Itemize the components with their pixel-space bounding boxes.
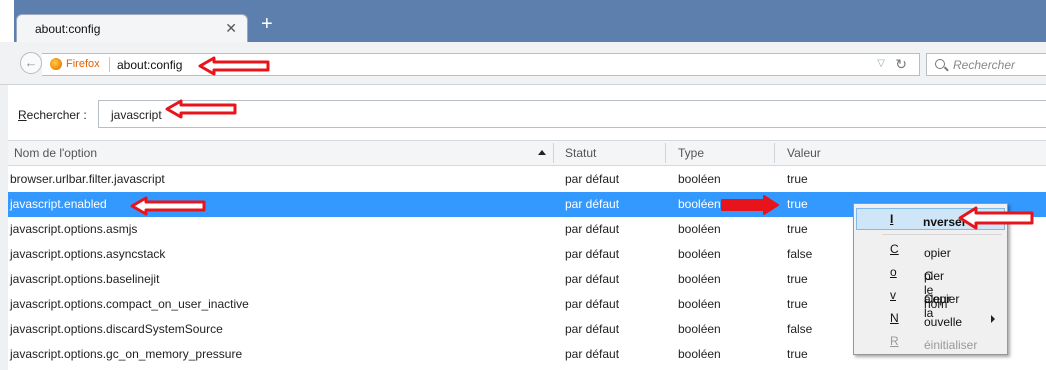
browser-window: about:config ✕ + Firefox about:config ▽ … xyxy=(0,0,1046,370)
cell-value: true xyxy=(787,272,808,286)
cell-type: booléen xyxy=(678,247,721,261)
cell-type: booléen xyxy=(678,272,721,286)
sort-ascending-icon xyxy=(538,150,546,155)
url-text[interactable]: about:config xyxy=(117,58,182,72)
filter-label: Rechercher : xyxy=(18,108,87,122)
annotation-arrow-value xyxy=(721,195,779,215)
column-name[interactable]: Nom de l'option xyxy=(14,146,97,160)
tab-about-config[interactable]: about:config ✕ xyxy=(16,14,248,42)
cell-name: javascript.enabled xyxy=(10,197,107,211)
cell-value: false xyxy=(787,322,813,336)
close-icon[interactable]: ✕ xyxy=(225,20,237,37)
filter-label-accesskey: R xyxy=(18,108,27,122)
cell-value: true xyxy=(787,172,808,186)
cell-name: javascript.options.discardSystemSource xyxy=(10,322,223,336)
tab-bar: about:config ✕ + xyxy=(0,0,1046,42)
cell-type: booléen xyxy=(678,297,721,311)
annotation-arrow-row xyxy=(130,196,206,216)
menu-item-copier-valeur[interactable]: Copier la v aleur xyxy=(856,284,1005,320)
cell-value: true xyxy=(787,347,808,361)
reload-icon[interactable]: ↻ xyxy=(895,56,907,73)
menu-accesskey: C xyxy=(890,242,899,256)
filter-label-text: echercher : xyxy=(26,108,87,122)
annotation-arrow-menu xyxy=(958,206,1034,230)
cell-value: false xyxy=(787,247,813,261)
cell-name: browser.urlbar.filter.javascript xyxy=(10,172,165,186)
annotation-arrow-url xyxy=(198,56,270,76)
menu-separator xyxy=(882,234,1002,235)
navigation-bar: Firefox about:config ▽ ↻ ← Rechercher xyxy=(0,42,1046,85)
column-divider[interactable] xyxy=(553,143,554,163)
column-divider[interactable] xyxy=(774,143,775,163)
search-input[interactable]: Rechercher xyxy=(926,53,1046,76)
submenu-arrow-icon xyxy=(991,315,995,323)
menu-item-copier-nom[interactable]: Co pier le nom xyxy=(856,261,1005,311)
menu-text: opier xyxy=(924,246,951,260)
cell-name: javascript.options.compact_on_user_inact… xyxy=(10,297,249,311)
menu-item-copier[interactable]: Copier xyxy=(856,238,1005,260)
cell-status: par défaut xyxy=(565,272,620,286)
url-bar[interactable]: Firefox about:config ▽ ↻ xyxy=(42,53,920,76)
annotation-arrow-filter xyxy=(165,99,237,119)
cell-status: par défaut xyxy=(565,322,620,336)
cell-type: booléen xyxy=(678,347,721,361)
table-row[interactable]: browser.urlbar.filter.javascript par défa… xyxy=(8,167,1046,192)
menu-item-nouvelle[interactable]: Nouvelle xyxy=(856,307,1005,329)
column-value[interactable]: Valeur xyxy=(787,146,821,160)
back-icon[interactable]: ← xyxy=(20,52,42,74)
cell-type: booléen xyxy=(678,197,721,211)
window-edge xyxy=(0,0,14,42)
cell-name: javascript.options.gc_on_memory_pressure xyxy=(10,347,243,361)
new-tab-icon[interactable]: + xyxy=(261,14,273,34)
column-header: Nom de l'option Statut Type Valeur xyxy=(8,140,1046,166)
tab-title: about:config xyxy=(35,22,101,36)
filter-field[interactable]: javascript xyxy=(98,100,1046,128)
cell-status: par défaut xyxy=(565,197,620,211)
menu-accesskey: I xyxy=(890,212,894,226)
search-placeholder: Rechercher xyxy=(953,58,1016,72)
column-type[interactable]: Type xyxy=(678,146,704,160)
cell-status: par défaut xyxy=(565,222,620,236)
cell-name: javascript.options.asyncstack xyxy=(10,247,166,261)
cell-name: javascript.options.baselinejit xyxy=(10,272,160,286)
menu-text: éinitialiser xyxy=(924,338,978,352)
menu-accesskey: v xyxy=(890,288,896,302)
menu-accesskey: o xyxy=(890,265,897,279)
filter-value: javascript xyxy=(111,108,162,122)
column-status[interactable]: Statut xyxy=(565,146,596,160)
menu-accesskey: R xyxy=(890,334,899,348)
identity-label: Firefox xyxy=(66,58,100,70)
cell-status: par défaut xyxy=(565,247,620,261)
column-divider[interactable] xyxy=(665,143,666,163)
menu-text: ouvelle xyxy=(924,315,963,329)
cell-type: booléen xyxy=(678,222,721,236)
menu-accesskey: N xyxy=(890,311,899,325)
cell-value: true xyxy=(787,197,808,211)
dropdown-icon[interactable]: ▽ xyxy=(877,58,885,69)
menu-item-reinitialiser: Réinitialiser xyxy=(856,330,1005,352)
cell-status: par défaut xyxy=(565,347,620,361)
cell-value: true xyxy=(787,222,808,236)
cell-type: booléen xyxy=(678,172,721,186)
firefox-icon xyxy=(50,58,62,70)
cell-status: par défaut xyxy=(565,172,620,186)
menu-text: aleur xyxy=(924,292,951,306)
cell-name: javascript.options.asmjs xyxy=(10,222,138,236)
search-icon xyxy=(935,59,945,69)
cell-type: booléen xyxy=(678,322,721,336)
cell-status: par défaut xyxy=(565,297,620,311)
url-divider xyxy=(109,57,110,72)
cell-value: true xyxy=(787,297,808,311)
